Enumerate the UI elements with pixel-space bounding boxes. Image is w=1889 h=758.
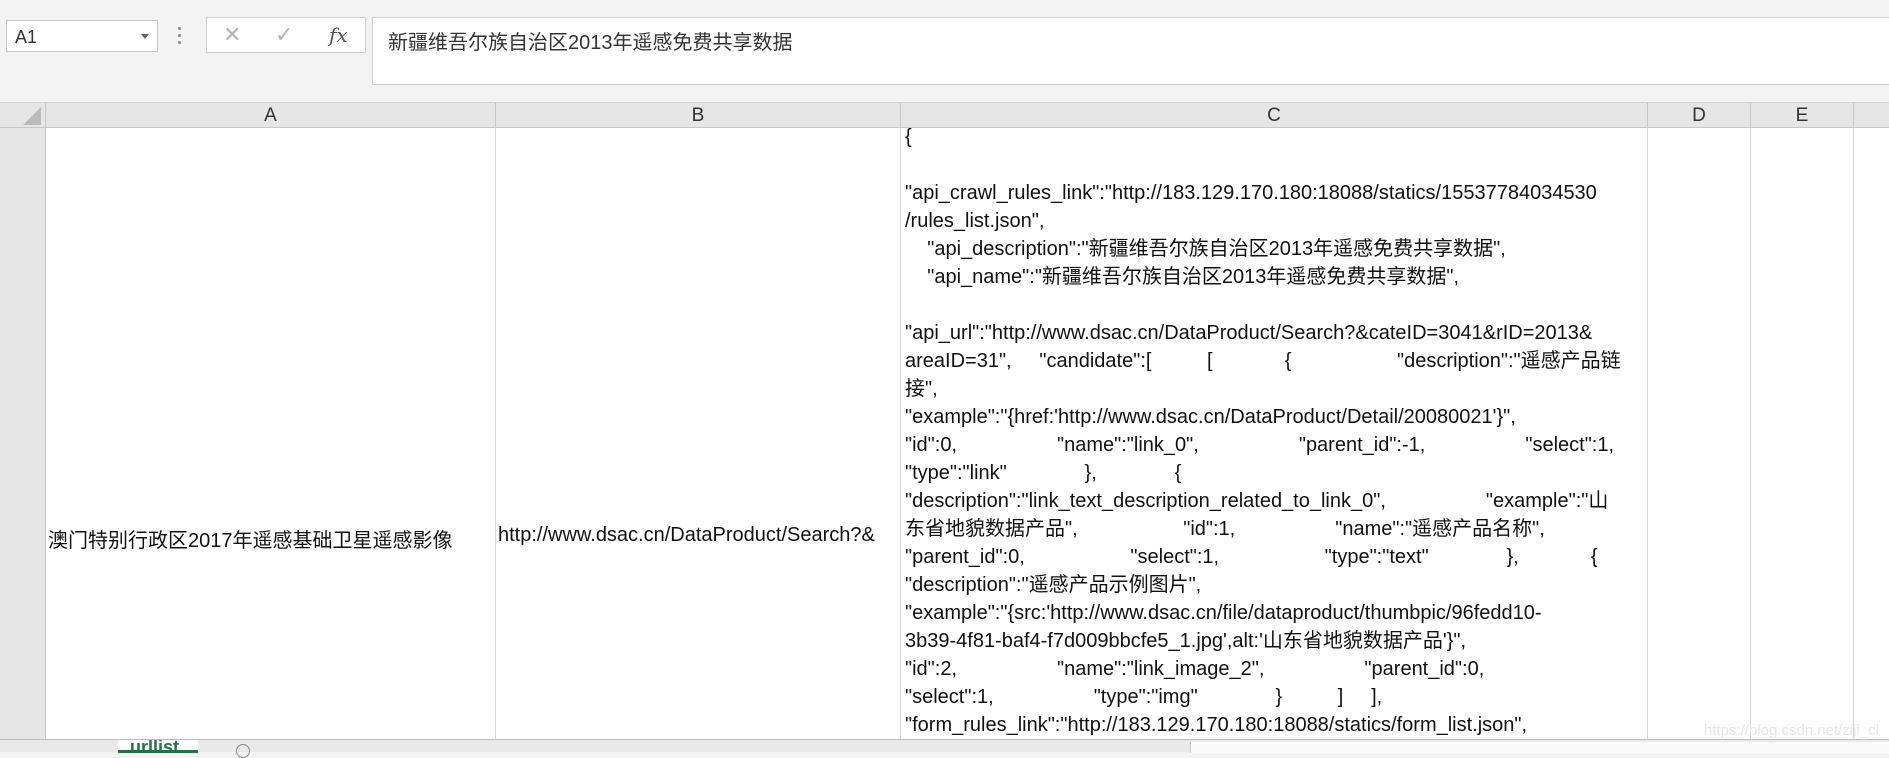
insert-function-icon[interactable]: fx [329, 23, 348, 47]
formula-text: 新疆维吾尔族自治区2013年遥感免费共享数据 [388, 32, 793, 54]
cell-b[interactable]: http://www.dsac.cn/DataProduct/Search?& [496, 128, 901, 739]
column-header-e[interactable]: E [1751, 103, 1854, 128]
column-header-c[interactable]: C [901, 103, 1648, 128]
cell-e[interactable] [1751, 128, 1854, 739]
sheet-tab-urllist[interactable]: urllist [118, 740, 198, 753]
drag-handle-icon[interactable] [178, 24, 182, 48]
column-header-b[interactable]: B [496, 103, 901, 128]
formula-bar: A1 ✕ ✓ fx 新疆维吾尔族自治区2013年遥感免费共享数据 [0, 0, 1889, 104]
cell-d[interactable] [1648, 128, 1751, 739]
cell-b-text: http://www.dsac.cn/DataProduct/Search?& [498, 524, 875, 546]
cell-a[interactable]: 澳门特别行政区2017年遥感基础卫星遥感影像 [46, 128, 496, 739]
enter-icon[interactable]: ✓ [275, 22, 293, 48]
cell-a-text: 澳门特别行政区2017年遥感基础卫星遥感影像 [48, 530, 453, 552]
column-header-d[interactable]: D [1648, 103, 1751, 128]
sheet-tab-bar: urllist [0, 739, 1889, 758]
row-header[interactable] [0, 128, 46, 739]
add-sheet-icon[interactable] [236, 744, 250, 758]
column-header-row: A B C D E [0, 102, 1889, 128]
cell-c-text: { "api_crawl_rules_link":"http://183.129… [905, 128, 1621, 736]
sheet-tab-label: urllist [130, 740, 180, 753]
name-box-value: A1 [15, 27, 38, 47]
cell-c[interactable]: { "api_crawl_rules_link":"http://183.129… [901, 128, 1648, 739]
chevron-down-icon[interactable] [141, 34, 149, 39]
watermark: https://blog.csdn.net/ziji_cl [1703, 722, 1879, 739]
select-all-icon [23, 107, 41, 125]
cancel-icon[interactable]: ✕ [223, 22, 241, 48]
formula-input[interactable]: 新疆维吾尔族自治区2013年遥感免费共享数据 [372, 17, 1889, 85]
column-header-a[interactable]: A [46, 103, 496, 128]
name-box[interactable]: A1 [6, 20, 158, 52]
horizontal-scrollbar[interactable] [1190, 742, 1889, 753]
select-all-button[interactable] [0, 103, 46, 128]
formula-buttons: ✕ ✓ fx [206, 17, 366, 53]
sheet-grid: 澳门特别行政区2017年遥感基础卫星遥感影像 http://www.dsac.c… [46, 128, 1889, 739]
